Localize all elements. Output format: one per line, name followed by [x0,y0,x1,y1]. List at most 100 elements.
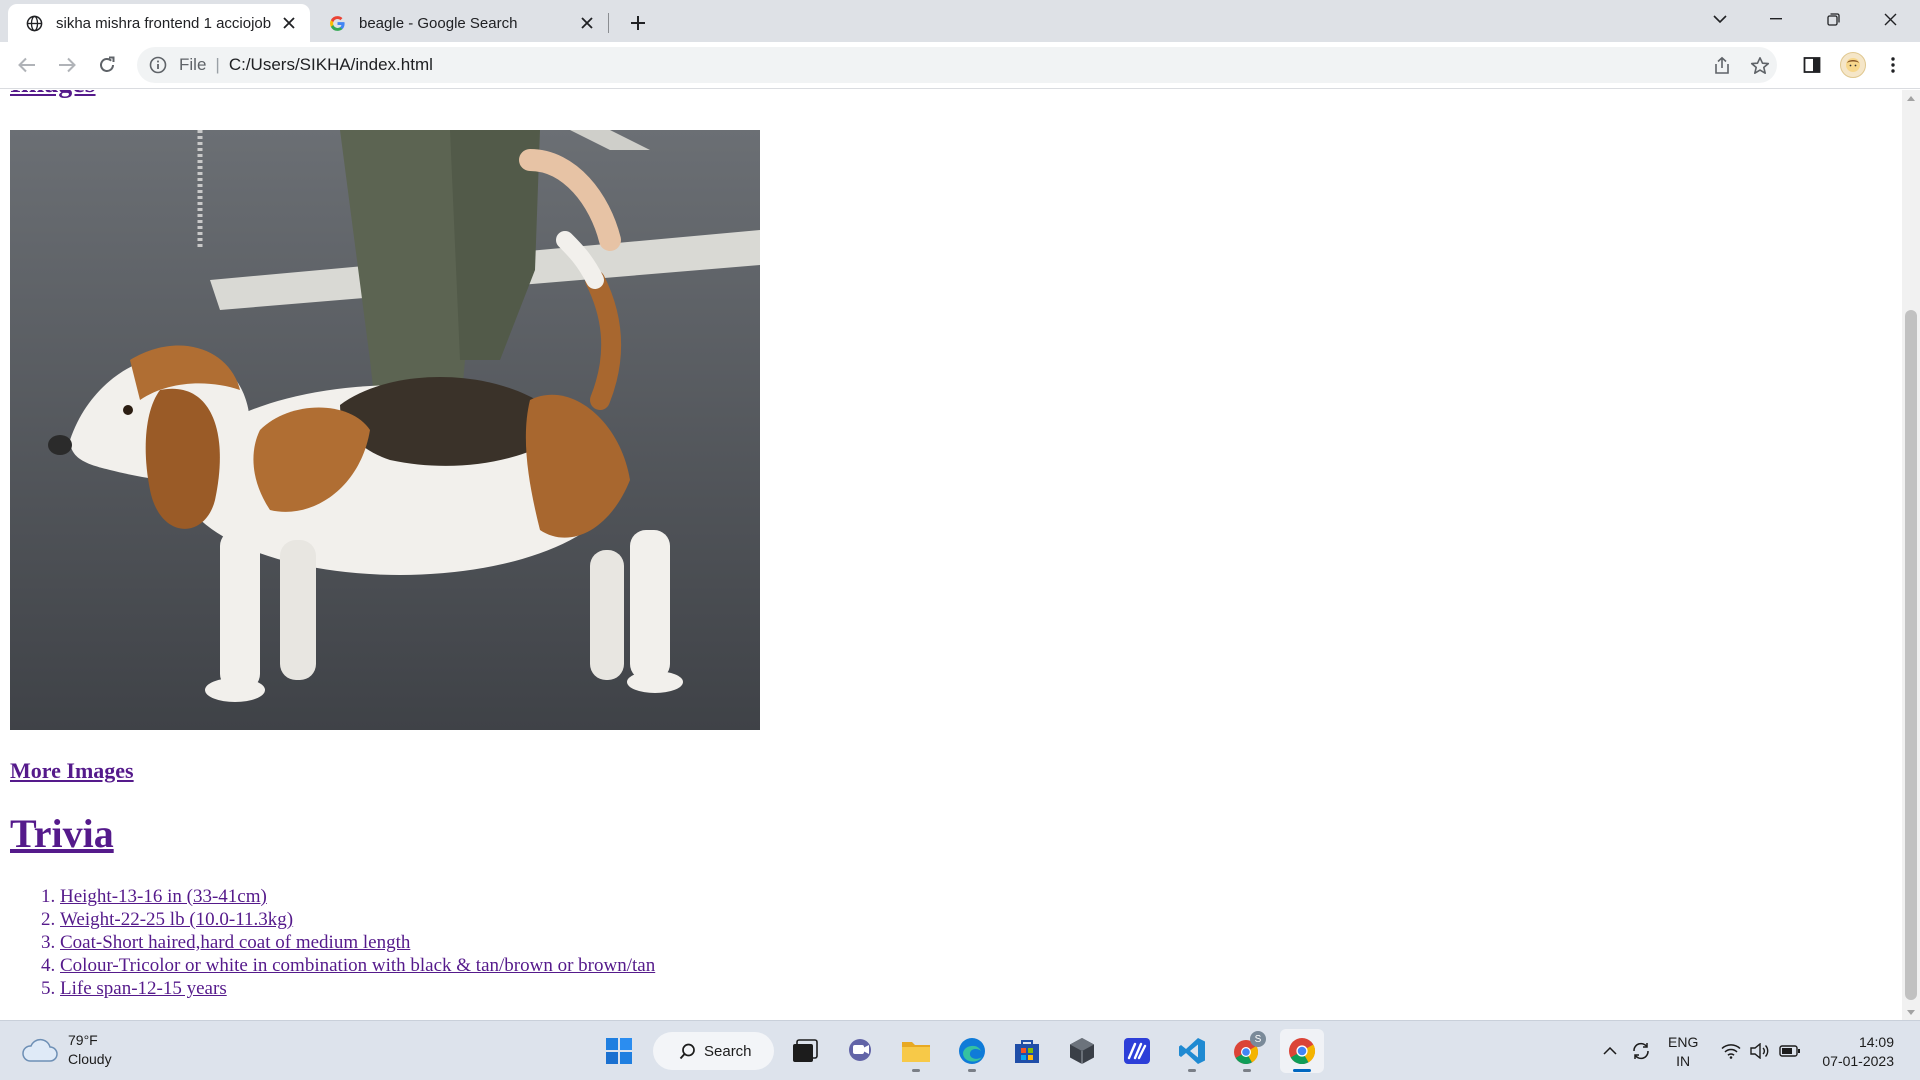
chrome-profile-button[interactable]: S [1225,1029,1269,1073]
task-view-button[interactable] [783,1029,827,1073]
reload-icon [100,56,115,72]
chrome-button[interactable] [1280,1029,1324,1073]
store-button[interactable] [1005,1029,1049,1073]
avatar-face-icon [1846,58,1860,72]
google-icon [328,14,346,32]
info-icon[interactable] [149,56,167,74]
task-view-icon [793,1039,818,1062]
scroll-down-arrow-icon[interactable] [1902,1004,1920,1020]
battery-tray-button[interactable] [1777,1021,1803,1080]
file-explorer-button[interactable] [894,1029,938,1073]
scroll-up-arrow-icon[interactable] [1902,90,1920,106]
images-heading-link[interactable]: Images [10,90,96,100]
weather-temp: 79°F [68,1032,98,1048]
trivia-list: Height-13-16 in (33-41cm) Weight-22-25 l… [60,885,655,1000]
vertical-scrollbar[interactable] [1902,90,1920,1020]
teams-chat-button[interactable] [839,1029,883,1073]
show-hidden-icons-button[interactable] [1600,1021,1620,1080]
weather-text: 79°F Cloudy [68,1031,112,1069]
trivia-height-link[interactable]: Height-13-16 in (33-41cm) [60,886,267,907]
trivia-colour-link[interactable]: Colour-Tricolor or white in combination … [60,955,655,976]
cloud-icon [22,1038,58,1062]
trivia-item: Life span-12-15 years [60,977,655,1000]
more-images-link[interactable]: More Images [10,758,134,784]
windows-taskbar: 79°F Cloudy Search S ENG IN 14:09 07-01-… [0,1020,1920,1080]
plus-icon [631,16,645,30]
side-panel-button[interactable] [1796,49,1828,81]
chrome-icon [1289,1038,1316,1065]
minimize-button[interactable] [1748,0,1804,38]
chrome-menu-button[interactable] [1877,49,1909,81]
weather-condition: Cloudy [68,1051,112,1067]
tab-acciojob[interactable]: sikha mishra frontend 1 acciojob [8,4,310,42]
chevron-up-icon [1603,1047,1617,1055]
close-window-button[interactable] [1862,0,1918,38]
new-tab-button[interactable] [624,9,652,37]
url-text[interactable]: C:/Users/SIKHA/index.html [229,55,433,75]
running-indicator [912,1069,920,1072]
close-tab-icon[interactable] [278,12,300,34]
restore-icon [1826,12,1840,26]
edge-button[interactable] [950,1029,994,1073]
browser-toolbar: File | C:/Users/SIKHA/index.html [0,42,1920,89]
volume-icon [1750,1043,1769,1059]
system-clock[interactable]: 14:09 07-01-2023 [1814,1033,1894,1071]
trivia-heading-link[interactable]: Trivia [10,810,114,857]
cube-app-button[interactable] [1060,1029,1104,1073]
close-tab-icon[interactable] [576,12,598,34]
bookmark-star-icon[interactable] [1750,56,1770,76]
notes-app-button[interactable] [1115,1029,1159,1073]
tab-strip: sikha mishra frontend 1 acciojob beagle … [0,0,1920,42]
language-code: ENG [1668,1034,1699,1050]
taskbar-search-label: Search [704,1042,752,1060]
taskbar-search-box[interactable]: Search [653,1032,774,1070]
edge-icon [959,1038,985,1064]
trivia-weight-link[interactable]: Weight-22-25 lb (10.0-11.3kg) [60,909,293,930]
trivia-lifespan-link[interactable]: Life span-12-15 years [60,978,227,999]
tab-google-search[interactable]: beagle - Google Search [312,4,608,42]
minimize-icon [1770,18,1782,20]
sync-tray-button[interactable] [1628,1021,1654,1080]
tab-search-button[interactable] [1692,0,1748,38]
running-indicator [1243,1069,1251,1072]
running-indicator [1188,1069,1196,1072]
app-cube-icon [1070,1038,1094,1064]
close-icon [1884,13,1896,25]
input-language-indicator[interactable]: ENG IN [1668,1033,1698,1071]
back-button[interactable] [11,49,43,81]
windows-start-icon [606,1038,632,1064]
tab-title: beagle - Google Search [359,14,518,32]
url-divider: | [215,55,220,74]
side-panel-icon [1803,57,1821,73]
start-button[interactable] [597,1029,641,1073]
url-scheme-label: File [179,55,207,74]
reload-button[interactable] [91,49,123,81]
address-bar[interactable]: File | C:/Users/SIKHA/index.html [137,47,1777,83]
teams-chat-icon [849,1039,871,1061]
profile-avatar[interactable] [1840,52,1866,78]
weather-widget[interactable]: 79°F Cloudy [20,1031,112,1069]
app-notes-icon [1124,1038,1150,1064]
globe-icon [25,14,43,32]
trivia-item: Weight-22-25 lb (10.0-11.3kg) [60,908,655,931]
store-icon [1015,1040,1039,1063]
profile-badge: S [1250,1031,1266,1047]
share-icon[interactable] [1712,56,1732,76]
clock-date: 07-01-2023 [1822,1053,1894,1069]
trivia-coat-link[interactable]: Coat-Short haired,hard coat of medium le… [60,932,410,953]
forward-button[interactable] [51,49,83,81]
file-explorer-icon [902,1042,930,1062]
volume-tray-button[interactable] [1748,1021,1772,1080]
scrollbar-thumb[interactable] [1905,310,1917,1000]
wifi-tray-button[interactable] [1720,1021,1742,1080]
language-region: IN [1676,1053,1691,1069]
sync-icon [1633,1042,1649,1060]
vscode-button[interactable] [1170,1029,1214,1073]
tab-title: sikha mishra frontend 1 acciojob [56,14,272,32]
back-arrow-icon [18,57,35,73]
vscode-icon [1179,1038,1205,1064]
trivia-item: Height-13-16 in (33-41cm) [60,885,655,908]
running-indicator [1293,1069,1311,1072]
beagle-image [10,130,760,730]
restore-button[interactable] [1805,0,1861,38]
